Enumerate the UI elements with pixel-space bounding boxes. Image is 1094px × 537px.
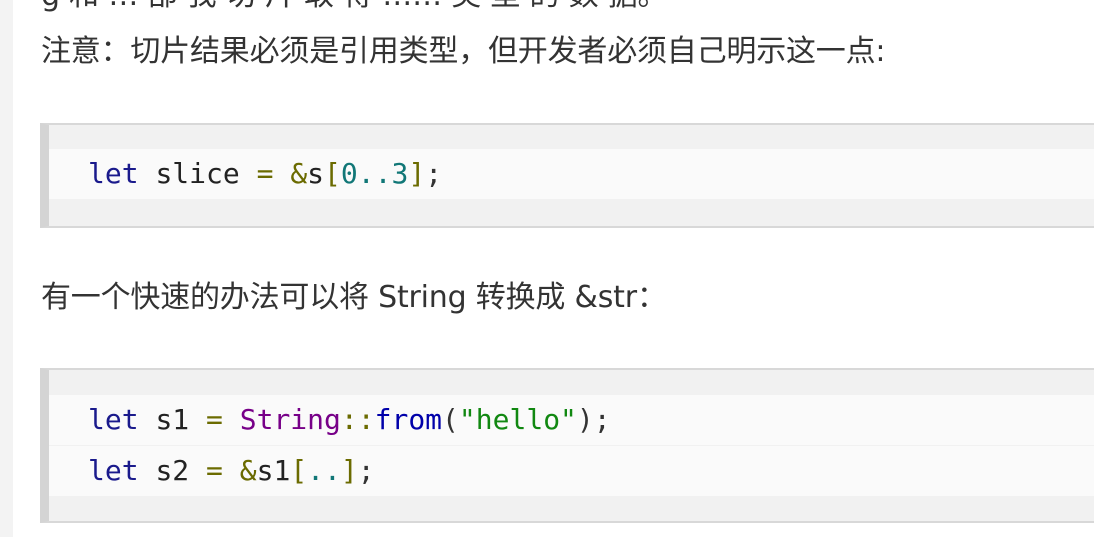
code-operator: =	[206, 403, 223, 436]
code-operator: &	[290, 157, 308, 190]
code-semicolon: ;	[357, 454, 375, 487]
code-block-slice: let slice = &s[0..3];	[40, 123, 1094, 228]
code-range-operator: ..	[307, 454, 341, 487]
code-identifier: s	[307, 157, 325, 190]
code-path-separator: ::	[340, 403, 375, 436]
code-semicolon: ;	[425, 157, 443, 190]
code-function: from	[374, 403, 443, 436]
code-range-operator: ..	[357, 157, 392, 190]
code-operator: =	[256, 157, 274, 190]
code-keyword: let	[88, 157, 139, 190]
code-paren: )	[576, 403, 594, 436]
code-paren: (	[442, 403, 459, 436]
code-number: 0	[340, 157, 358, 190]
code-semicolon: ;	[593, 403, 611, 436]
code-bracket: ]	[408, 157, 426, 190]
code-identifier: s2	[155, 454, 190, 487]
code-identifier: s1	[256, 454, 291, 487]
paragraph-tip: 有一个快速的办法可以将 String 转换成 &str：	[41, 280, 667, 315]
code-line: let slice = &s[0..3];	[49, 149, 1094, 199]
code-bracket: [	[324, 157, 341, 190]
paragraph-cut-off: g 和 … 部 我 切 片 取 得 …… 类 型 的 数 据。	[41, 0, 668, 16]
code-operator: =	[206, 454, 223, 487]
code-identifier: s1	[155, 403, 190, 436]
code-line: let s2 = &s1[..];	[49, 446, 1094, 496]
code-keyword: let	[88, 403, 139, 436]
code-keyword: let	[88, 454, 139, 487]
page-left-rule	[0, 0, 13, 537]
code-bracket: ]	[340, 454, 358, 487]
code-line: let s1 = String::from("hello");	[49, 395, 1094, 445]
code-string: "hello"	[458, 403, 577, 436]
code-operator: &	[239, 454, 257, 487]
code-bracket: [	[290, 454, 308, 487]
code-identifier: slice	[155, 157, 240, 190]
paragraph-note: 注意：切片结果必须是引用类型，但开发者必须自己明示这一点:	[41, 34, 886, 69]
code-number: 3	[391, 157, 409, 190]
code-block-string-conversion: let s1 = String::from("hello"); let s2 =…	[40, 368, 1094, 523]
code-type: String	[239, 403, 341, 436]
